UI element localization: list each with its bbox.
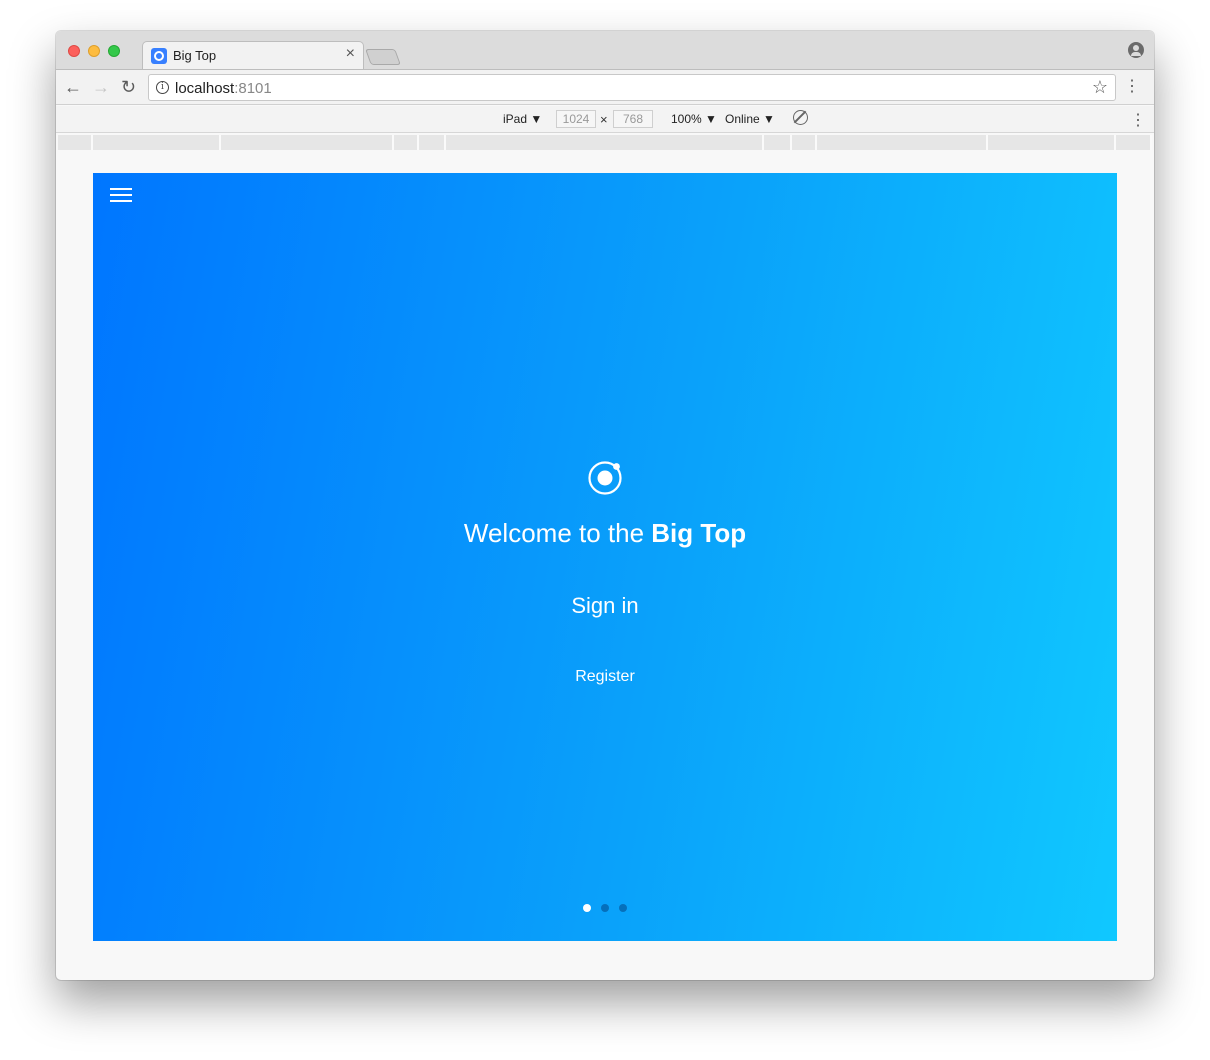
tab-title: Big Top [173,48,217,63]
window-minimize-button[interactable] [88,45,100,57]
info-icon[interactable]: i [156,81,169,94]
hamburger-menu-icon[interactable] [110,188,132,202]
address-bar[interactable]: i localhost:8101 ☆ [148,74,1116,101]
url-text: localhost:8101 [175,80,272,97]
welcome-text: Welcome to the [463,518,652,548]
device-select[interactable]: iPad ▼ [503,112,542,126]
app-viewport: Welcome to the Big Top Sign in Register [93,173,1117,941]
back-arrow-icon[interactable]: ← [64,76,82,98]
window-close-button[interactable] [68,45,80,57]
media-query-segment[interactable] [1116,135,1152,150]
sign-in-button[interactable]: Sign in [525,591,685,621]
slide-dot[interactable] [601,904,609,912]
device-toolbar-more-icon[interactable]: ⋮ [1130,110,1146,130]
tab-close-icon[interactable]: × [346,45,355,63]
media-query-bar [56,133,1154,152]
media-query-segment[interactable] [419,135,446,150]
slide-dot[interactable] [619,904,627,912]
browser-menu-icon[interactable]: ⋮ [1124,77,1140,97]
welcome-heading: Welcome to the Big Top [93,518,1117,549]
url-port: :8101 [234,80,272,97]
tab-strip: Big Top × [56,31,1154,69]
device-toolbar: iPad ▼ 1024 × 768 100% ▼ Online ▼ ⋮ [56,106,1154,133]
rotate-icon[interactable] [793,110,808,125]
browser-window: Big Top × ← → ↻ i localhost:8101 ☆ ⋮ iPa… [56,31,1154,980]
forward-arrow-icon[interactable]: → [92,76,110,98]
media-query-segment[interactable] [764,135,792,150]
device-width-input[interactable]: 1024 [556,110,596,128]
zoom-select[interactable]: 100% ▼ [671,112,717,126]
window-maximize-button[interactable] [108,45,120,57]
welcome-brand: Big Top [651,518,747,548]
url-host: localhost [175,80,235,97]
browser-toolbar: ← → ↻ i localhost:8101 ☆ ⋮ [56,69,1154,105]
media-query-segment[interactable] [394,135,419,150]
bookmark-star-icon[interactable]: ☆ [1092,77,1108,98]
dimension-separator: × [600,112,608,127]
media-query-segment[interactable] [58,135,93,150]
register-button[interactable]: Register [555,666,655,688]
media-query-segment[interactable] [792,135,817,150]
media-query-segment[interactable] [221,135,394,150]
media-query-segment[interactable] [446,135,764,150]
ionic-favicon-icon [151,48,167,64]
reload-icon[interactable]: ↻ [121,76,136,98]
network-throttle-select[interactable]: Online ▼ [725,112,775,126]
media-query-segment[interactable] [988,135,1116,150]
media-query-segment[interactable] [93,135,221,150]
profile-icon[interactable] [1128,42,1144,58]
new-tab-button[interactable] [365,49,401,65]
slide-pagination [583,904,629,912]
device-height-input[interactable]: 768 [613,110,653,128]
ionic-logo-icon [588,461,622,495]
tab-big-top[interactable]: Big Top × [142,41,364,69]
media-query-segment[interactable] [817,135,988,150]
slide-dot[interactable] [583,904,591,912]
